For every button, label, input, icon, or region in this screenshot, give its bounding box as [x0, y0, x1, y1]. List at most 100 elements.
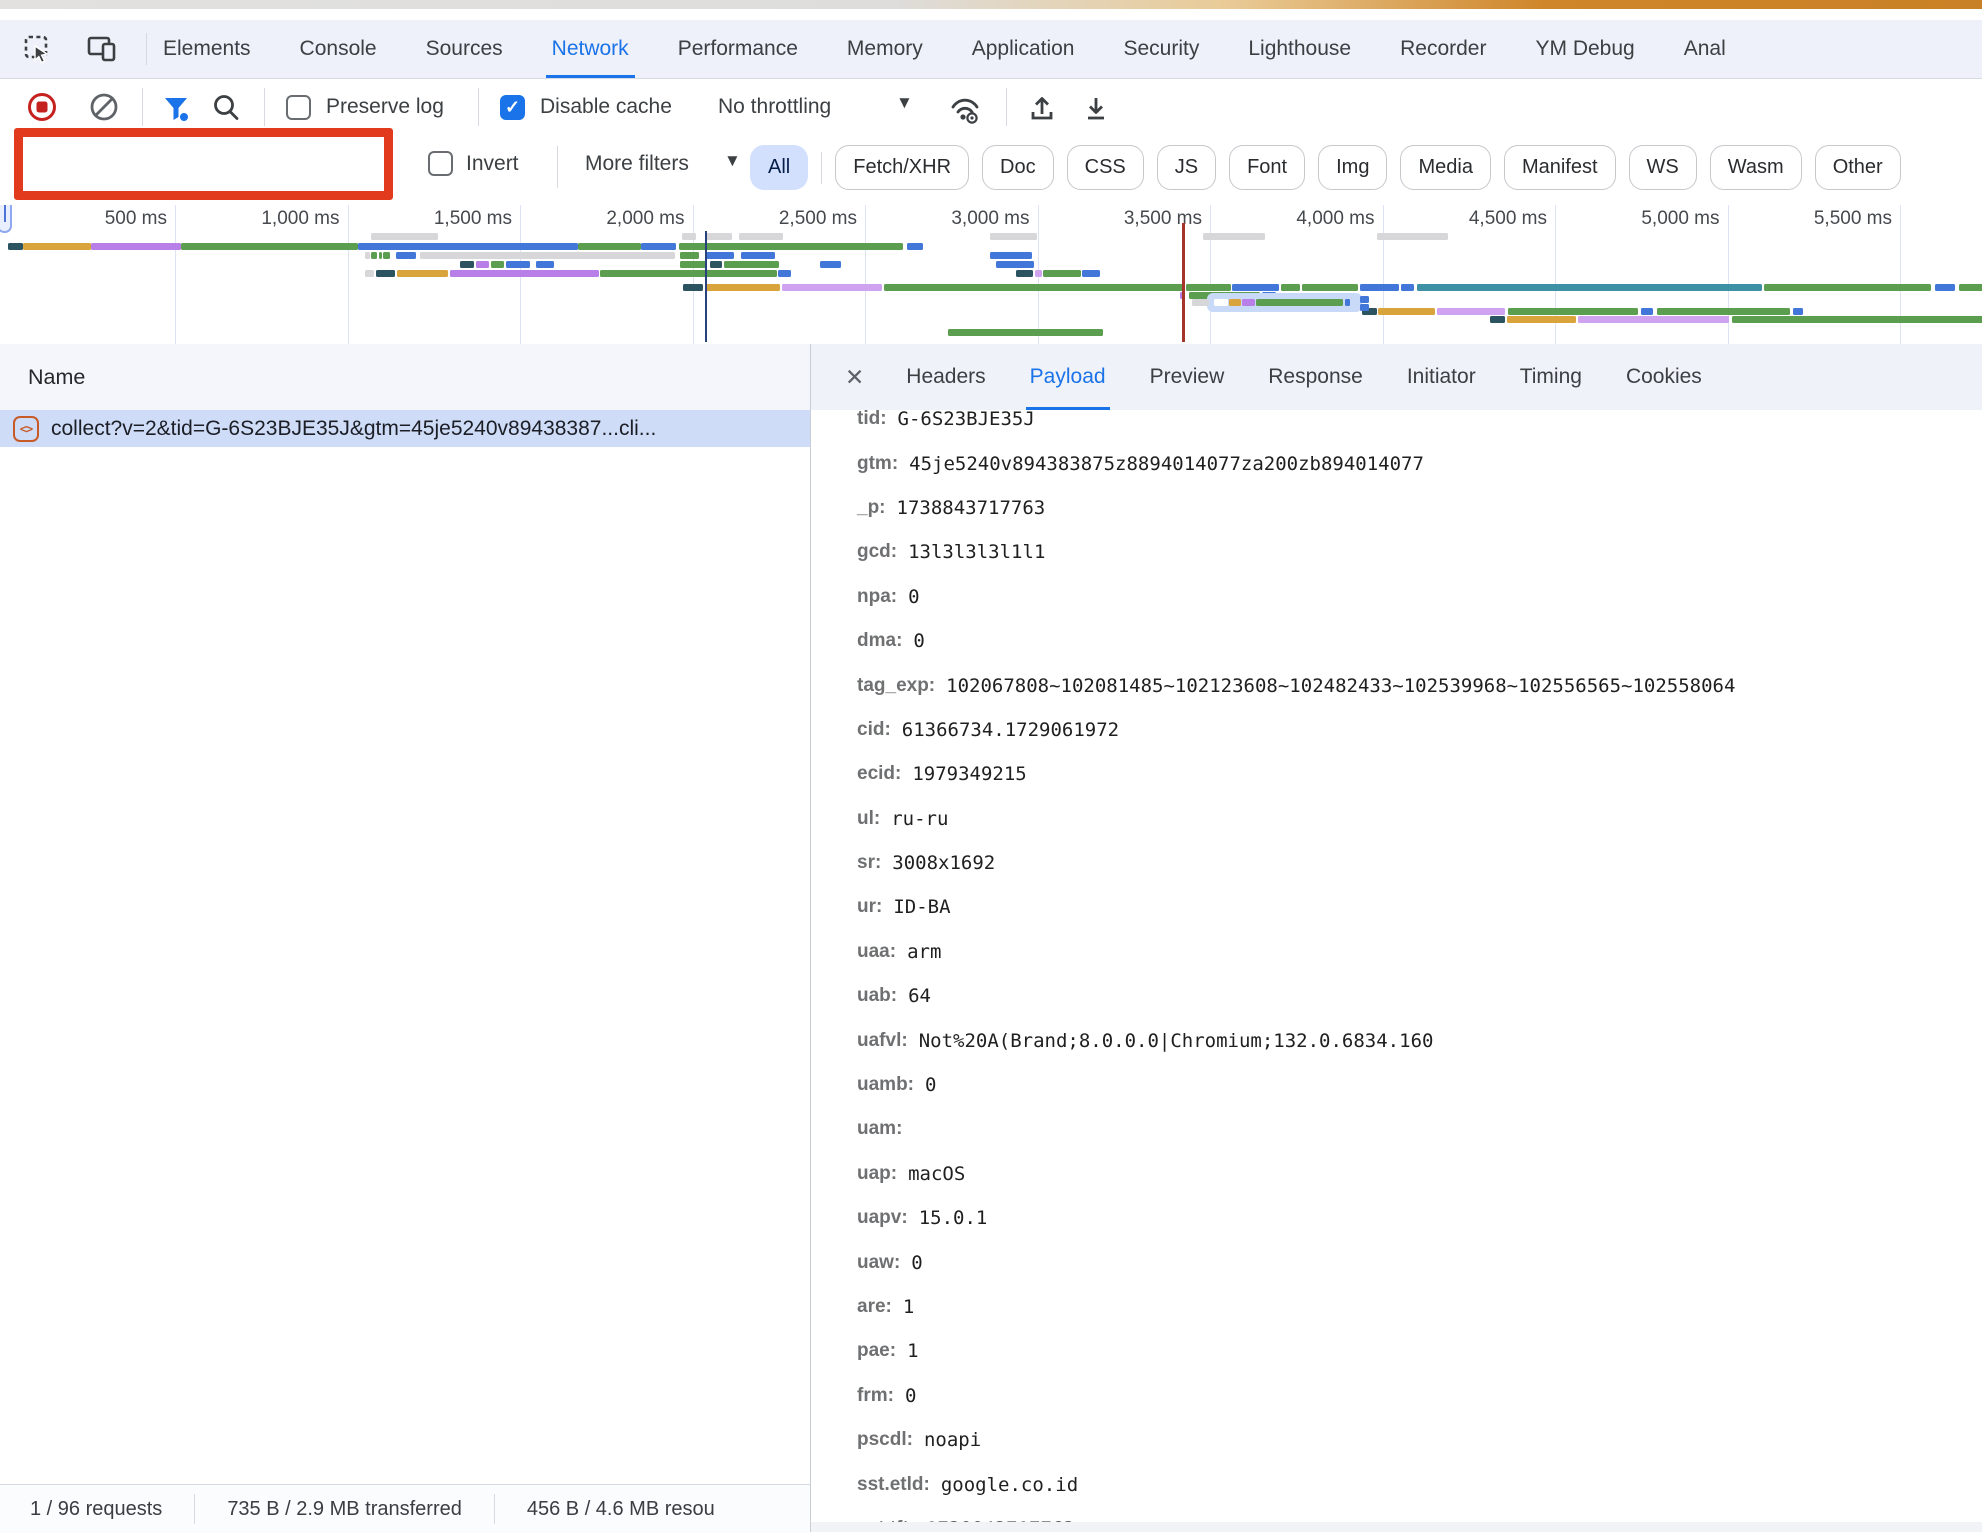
- tab-anal[interactable]: Anal: [1684, 20, 1726, 78]
- detail-tab-payload[interactable]: Payload: [1030, 344, 1106, 410]
- payload-value: 45je5240v894383875z8894014077za200zb8940…: [909, 453, 1424, 475]
- network-toolbar: Preserve log ✓ Disable cache No throttli…: [0, 79, 1982, 135]
- more-filters-button[interactable]: More filters: [585, 152, 689, 176]
- waterfall-segment: [365, 270, 374, 277]
- tab-memory[interactable]: Memory: [847, 20, 923, 78]
- close-detail-icon[interactable]: ✕: [845, 364, 864, 391]
- waterfall-segment: [948, 329, 1103, 336]
- payload-key: gcd:: [857, 541, 897, 563]
- preserve-log-checkbox[interactable]: [286, 95, 311, 120]
- tab-network[interactable]: Network: [552, 20, 629, 78]
- chip-font[interactable]: Font: [1229, 145, 1305, 190]
- throttling-select[interactable]: No throttling: [718, 95, 831, 119]
- tab-ym-debug[interactable]: YM Debug: [1535, 20, 1634, 78]
- chip-fetch-xhr[interactable]: Fetch/XHR: [835, 145, 969, 190]
- payload-value: 0: [911, 1252, 922, 1274]
- waterfall-segment: [990, 252, 1032, 259]
- export-har-icon[interactable]: [1080, 92, 1112, 124]
- waterfall-segment: [679, 243, 903, 250]
- chip-manifest[interactable]: Manifest: [1504, 145, 1616, 190]
- payload-value: Not%20A(Brand;8.0.0.0|Chromium;132.0.683…: [919, 1030, 1434, 1052]
- waterfall-segment: [1507, 316, 1576, 323]
- network-conditions-icon[interactable]: [946, 91, 984, 125]
- tab-application[interactable]: Application: [972, 20, 1075, 78]
- record-network-log-icon[interactable]: [26, 91, 58, 123]
- throttling-dropdown-arrow[interactable]: ▼: [896, 93, 913, 113]
- disable-cache-label[interactable]: Disable cache: [540, 95, 672, 119]
- payload-key: pscdl:: [857, 1429, 913, 1451]
- search-icon[interactable]: [210, 92, 242, 124]
- detail-tab-response[interactable]: Response: [1268, 344, 1363, 410]
- invert-label[interactable]: Invert: [466, 152, 519, 176]
- detail-scroll-strip[interactable]: [811, 1522, 1982, 1532]
- payload-row: ul:ru-ru: [857, 797, 1982, 841]
- timeline-tick-label: 2,000 ms: [535, 208, 685, 230]
- chip-other[interactable]: Other: [1815, 145, 1901, 190]
- selected-request-segment[interactable]: [1242, 299, 1255, 306]
- payload-value: 102067808~102081485~102123608~102482433~…: [946, 675, 1735, 697]
- more-filters-arrow[interactable]: ▼: [724, 151, 741, 171]
- filter-toggle-icon[interactable]: [160, 92, 192, 124]
- clear-network-log-icon[interactable]: [88, 91, 120, 123]
- waterfall-segment: [1192, 299, 1209, 306]
- payload-row: uap:macOS: [857, 1152, 1982, 1196]
- chip-media[interactable]: Media: [1400, 145, 1490, 190]
- detail-tab-cookies[interactable]: Cookies: [1626, 344, 1702, 410]
- chip-css[interactable]: CSS: [1067, 145, 1144, 190]
- waterfall-segment: [8, 243, 23, 250]
- panel-divider[interactable]: [810, 344, 811, 1532]
- preserve-log-label[interactable]: Preserve log: [326, 95, 444, 119]
- payload-key: uab:: [857, 985, 897, 1007]
- detail-tab-timing[interactable]: Timing: [1520, 344, 1582, 410]
- request-row[interactable]: <>collect?v=2&tid=G-6S23BJE35J&gtm=45je5…: [0, 410, 810, 447]
- network-overview-timeline[interactable]: 500 ms1,000 ms1,500 ms2,000 ms2,500 ms3,…: [0, 205, 1982, 345]
- payload-row: tag_exp:102067808~102081485~102123608~10…: [857, 663, 1982, 707]
- chip-img[interactable]: Img: [1318, 145, 1387, 190]
- chip-ws[interactable]: WS: [1629, 145, 1697, 190]
- selected-request-segment[interactable]: [1345, 299, 1351, 306]
- chip-wasm[interactable]: Wasm: [1710, 145, 1802, 190]
- chip-all[interactable]: All: [750, 145, 808, 190]
- tab-security[interactable]: Security: [1123, 20, 1199, 78]
- toolbar-divider: [1006, 88, 1007, 126]
- tab-sources[interactable]: Sources: [426, 20, 503, 78]
- selected-request-segment[interactable]: [1214, 299, 1228, 306]
- waterfall-segment: [706, 233, 732, 240]
- tab-console[interactable]: Console: [300, 20, 377, 78]
- import-har-icon[interactable]: [1026, 92, 1058, 124]
- waterfall-segment: [1360, 284, 1399, 291]
- name-column-header[interactable]: Name: [28, 365, 85, 390]
- invert-checkbox[interactable]: [428, 151, 453, 176]
- waterfall-segment: [680, 261, 706, 268]
- disable-cache-checkbox[interactable]: ✓: [500, 95, 525, 120]
- device-toolbar-icon[interactable]: [84, 31, 120, 67]
- waterfall-segment: [1082, 270, 1099, 277]
- waterfall-segment: [1377, 233, 1448, 240]
- detail-tab-preview[interactable]: Preview: [1150, 344, 1225, 410]
- chip-doc[interactable]: Doc: [982, 145, 1054, 190]
- payload-key: npa:: [857, 586, 897, 608]
- payload-value: 13l3l3l3l1l1: [908, 541, 1045, 563]
- waterfall-segment: [506, 261, 530, 268]
- overview-drag-handle[interactable]: [0, 205, 12, 233]
- tab-recorder[interactable]: Recorder: [1400, 20, 1486, 78]
- request-type-chips: All Fetch/XHR Doc CSS JS Font Img Media Manifest…: [750, 145, 1901, 190]
- selected-request-segment[interactable]: [1229, 299, 1241, 306]
- detail-tab-headers[interactable]: Headers: [906, 344, 985, 410]
- payload-row: sst.etld:google.co.id: [857, 1462, 1982, 1506]
- chip-js[interactable]: JS: [1157, 145, 1216, 190]
- waterfall-segment: [1016, 270, 1034, 277]
- payload-row: pscdl:noapi: [857, 1418, 1982, 1462]
- detail-tab-initiator[interactable]: Initiator: [1407, 344, 1476, 410]
- domcontentloaded-marker: [705, 231, 707, 342]
- request-list-header[interactable]: Name: [0, 344, 810, 411]
- waterfall-segment: [724, 261, 779, 268]
- inspect-element-icon[interactable]: [20, 31, 56, 67]
- tab-elements[interactable]: Elements: [163, 20, 251, 78]
- timeline-gridline: [865, 205, 866, 344]
- waterfall-segment: [778, 270, 791, 277]
- tab-lighthouse[interactable]: Lighthouse: [1248, 20, 1351, 78]
- payload-key: _p:: [857, 497, 886, 519]
- selected-request-segment[interactable]: [1256, 299, 1343, 306]
- tab-performance[interactable]: Performance: [678, 20, 798, 78]
